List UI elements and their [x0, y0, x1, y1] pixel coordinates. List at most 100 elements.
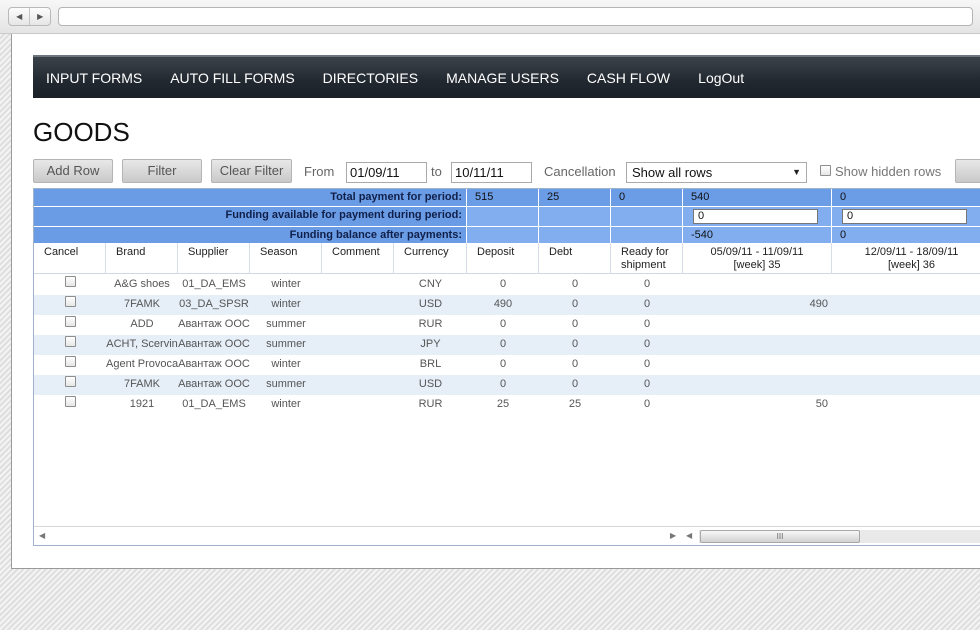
header-cancel[interactable]: Cancel	[34, 243, 106, 274]
cell-week36[interactable]	[832, 295, 980, 315]
clear-filter-button[interactable]: Clear Filter	[211, 159, 292, 183]
cell-currency[interactable]: JPY	[394, 335, 467, 355]
address-bar[interactable]	[58, 7, 973, 26]
cancel-checkbox[interactable]	[64, 356, 76, 367]
scroll-left-icon-2[interactable]: ◀	[686, 531, 692, 540]
horizontal-scrollbar[interactable]: ◀ ▶ ◀ III	[34, 526, 980, 545]
cell-deposit[interactable]: 0	[467, 355, 539, 375]
cell-season[interactable]: summer	[250, 335, 322, 355]
cell-season[interactable]: summer	[250, 375, 322, 395]
header-brand[interactable]: Brand	[106, 243, 178, 274]
cancellation-select[interactable]: Show all rows ▼	[626, 162, 807, 183]
cell-supplier[interactable]: 01_DA_EMS	[178, 395, 250, 415]
cell-season[interactable]: winter	[250, 395, 322, 415]
cell-brand[interactable]: 1921	[106, 395, 178, 415]
cell-ready[interactable]: 0	[611, 355, 683, 375]
cell-deposit[interactable]: 0	[467, 335, 539, 355]
cell-comment[interactable]	[322, 315, 394, 335]
cell-debt[interactable]: 0	[539, 295, 611, 315]
cancel-checkbox[interactable]	[64, 336, 76, 347]
cell-ready[interactable]: 0	[611, 335, 683, 355]
cell-currency[interactable]: USD	[394, 375, 467, 395]
cell-week36[interactable]	[832, 375, 980, 395]
cell-week36[interactable]	[832, 355, 980, 375]
cell-deposit[interactable]: 25	[467, 395, 539, 415]
cell-debt[interactable]: 0	[539, 315, 611, 335]
toolbar-extra-button[interactable]	[955, 159, 980, 183]
header-season[interactable]: Season	[250, 243, 322, 274]
cancel-checkbox[interactable]	[64, 316, 76, 327]
cell-week35[interactable]	[683, 315, 832, 335]
cell-currency[interactable]: RUR	[394, 395, 467, 415]
menu-item-manage-users[interactable]: MANAGE USERS	[446, 70, 559, 86]
table-row[interactable]: 7FAMK 03_DA_SPSR winter USD 490 0 0 490	[34, 295, 980, 315]
filter-button[interactable]: Filter	[122, 159, 202, 183]
funding-week35-input[interactable]: 0	[693, 209, 818, 224]
header-ready-for-shipment[interactable]: Ready for shipment	[611, 243, 683, 274]
cell-deposit[interactable]: 490	[467, 295, 539, 315]
cell-deposit[interactable]: 0	[467, 275, 539, 295]
show-hidden-rows-checkbox[interactable]	[820, 165, 831, 176]
header-week35[interactable]: 05/09/11 - 11/09/11 [week] 35	[683, 243, 832, 274]
cell-currency[interactable]: RUR	[394, 315, 467, 335]
cell-season[interactable]: winter	[250, 275, 322, 295]
cell-season[interactable]: winter	[250, 295, 322, 315]
menu-item-input-forms[interactable]: INPUT FORMS	[46, 70, 142, 86]
forward-icon[interactable]: ▶	[29, 8, 50, 25]
cell-brand[interactable]: 7FAMK	[106, 295, 178, 315]
menu-item-directories[interactable]: DIRECTORIES	[323, 70, 418, 86]
to-date-input[interactable]: 10/11/11	[451, 162, 532, 183]
cell-brand[interactable]: ACHT, Scervin	[106, 335, 178, 355]
cell-currency[interactable]: BRL	[394, 355, 467, 375]
back-icon[interactable]: ◀	[9, 8, 29, 25]
table-row[interactable]: ADD Авантаж ООС summer RUR 0 0 0	[34, 315, 980, 335]
header-supplier[interactable]: Supplier	[178, 243, 250, 274]
cell-week35[interactable]	[683, 355, 832, 375]
cell-comment[interactable]	[322, 335, 394, 355]
cell-supplier[interactable]: Авантаж ООС	[178, 375, 250, 395]
cell-deposit[interactable]: 0	[467, 315, 539, 335]
cell-brand[interactable]: ADD	[106, 315, 178, 335]
header-currency[interactable]: Currency	[394, 243, 467, 274]
cell-supplier[interactable]: 03_DA_SPSR	[178, 295, 250, 315]
cell-brand[interactable]: Agent Provoca	[106, 355, 178, 375]
cell-comment[interactable]	[322, 395, 394, 415]
cell-week35[interactable]	[683, 375, 832, 395]
cell-currency[interactable]: USD	[394, 295, 467, 315]
header-week36[interactable]: 12/09/11 - 18/09/11 [week] 36	[832, 243, 980, 274]
table-row[interactable]: 1921 01_DA_EMS winter RUR 25 25 0 50	[34, 395, 980, 415]
cell-week35[interactable]: 490	[683, 295, 832, 315]
cell-debt[interactable]: 0	[539, 375, 611, 395]
cell-week35[interactable]: 50	[683, 395, 832, 415]
table-row[interactable]: Agent Provoca Авантаж ООС winter BRL 0 0 0	[34, 355, 980, 375]
cell-comment[interactable]	[322, 355, 394, 375]
cell-supplier[interactable]: 01_DA_EMS	[178, 275, 250, 295]
cell-brand[interactable]: 7FAMK	[106, 375, 178, 395]
cell-week36[interactable]	[832, 335, 980, 355]
cell-supplier[interactable]: Авантаж ООС	[178, 315, 250, 335]
menu-item-logout[interactable]: LogOut	[698, 70, 744, 86]
scroll-left-icon[interactable]: ◀	[39, 531, 45, 540]
scroll-thumb[interactable]: III	[700, 530, 860, 543]
menu-item-cash-flow[interactable]: CASH FLOW	[587, 70, 670, 86]
add-row-button[interactable]: Add Row	[33, 159, 113, 183]
header-deposit[interactable]: Deposit	[467, 243, 539, 274]
cancel-checkbox[interactable]	[64, 296, 76, 307]
cell-supplier[interactable]: Авантаж ООС	[178, 335, 250, 355]
cell-supplier[interactable]: Авантаж ООС	[178, 355, 250, 375]
cell-ready[interactable]: 0	[611, 295, 683, 315]
cell-week36[interactable]	[832, 275, 980, 295]
cell-comment[interactable]	[322, 295, 394, 315]
cancel-checkbox[interactable]	[64, 396, 76, 407]
header-debt[interactable]: Debt	[539, 243, 611, 274]
funding-week36-input[interactable]: 0	[842, 209, 967, 224]
cell-debt[interactable]: 0	[539, 275, 611, 295]
cell-ready[interactable]: 0	[611, 375, 683, 395]
cell-ready[interactable]: 0	[611, 315, 683, 335]
cell-debt[interactable]: 25	[539, 395, 611, 415]
cell-comment[interactable]	[322, 375, 394, 395]
cell-deposit[interactable]: 0	[467, 375, 539, 395]
cell-currency[interactable]: CNY	[394, 275, 467, 295]
scroll-right-icon[interactable]: ▶	[670, 531, 676, 540]
cell-debt[interactable]: 0	[539, 355, 611, 375]
